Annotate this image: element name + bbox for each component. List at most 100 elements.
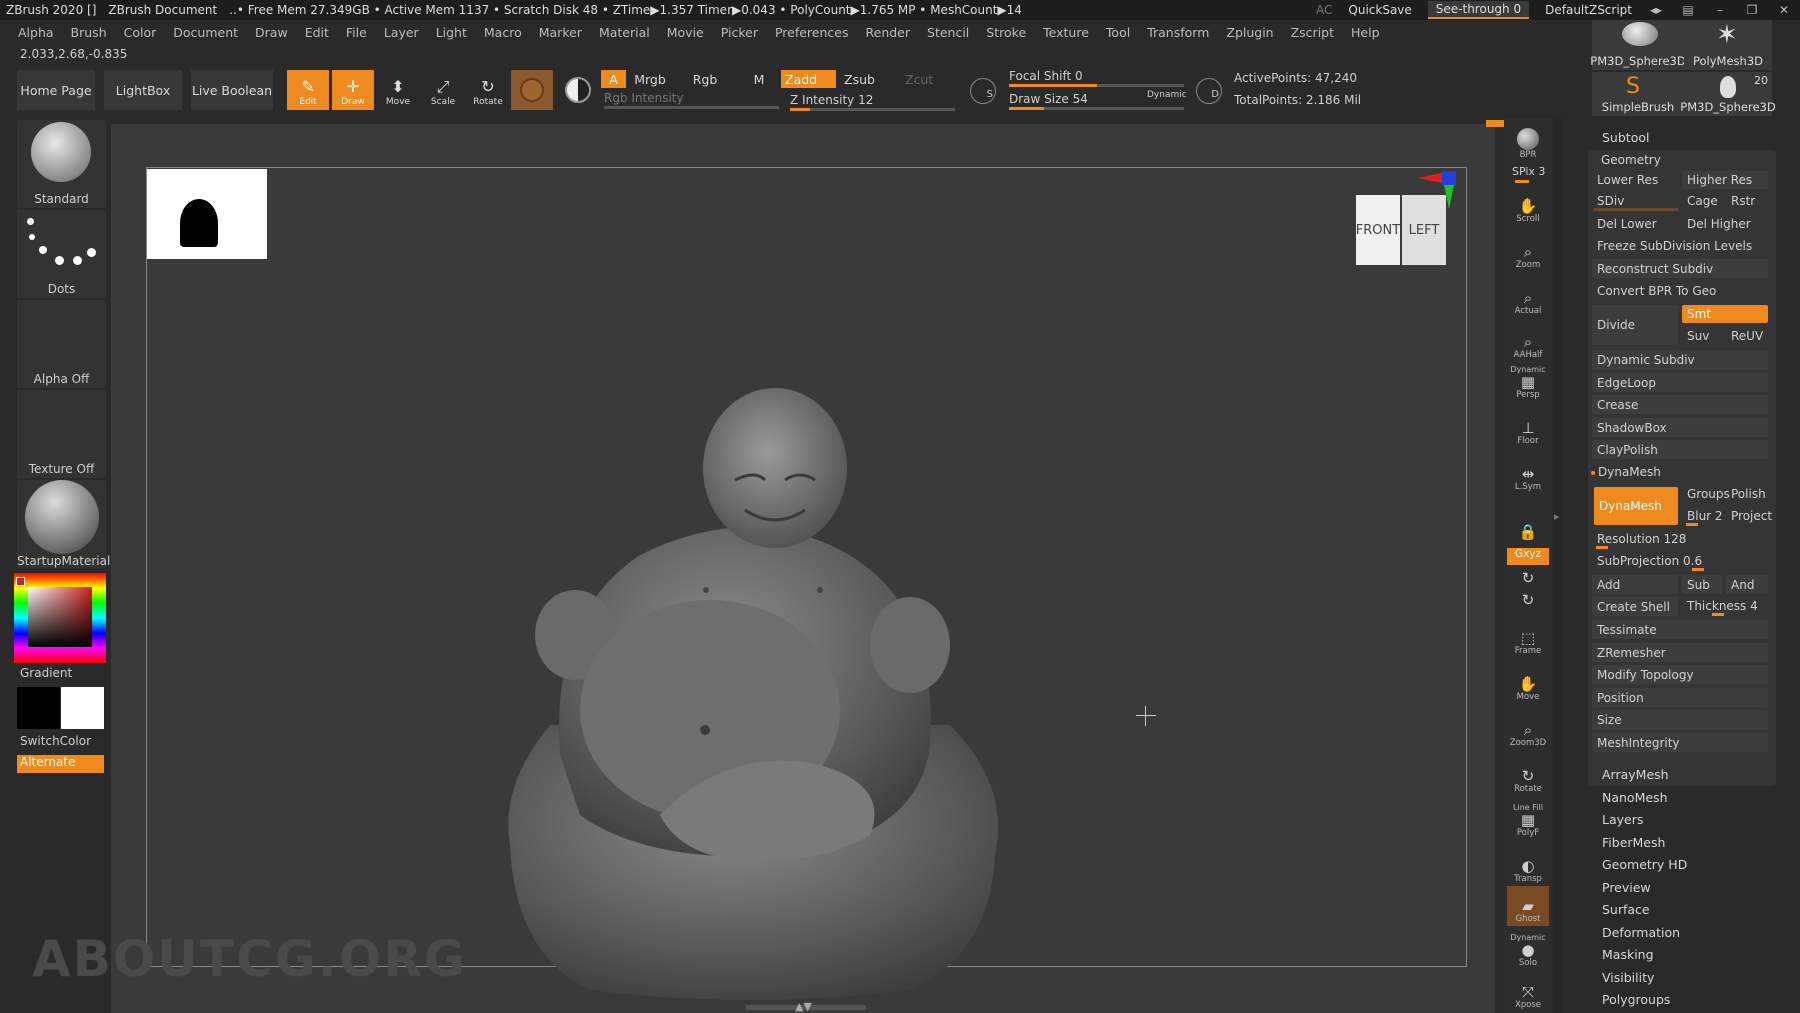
- restore-icon[interactable]: ❐: [1744, 3, 1760, 17]
- nav-cube-front[interactable]: FRONT: [1356, 195, 1400, 265]
- zcut-button[interactable]: Zcut: [902, 70, 942, 88]
- texture-selector[interactable]: Texture Off: [17, 390, 106, 478]
- actual-button[interactable]: ⌕ Actual: [1507, 278, 1549, 318]
- dynamesh-button[interactable]: DynaMesh: [1594, 487, 1678, 525]
- project-toggle[interactable]: Project: [1726, 507, 1772, 525]
- collapse-arrow-icon[interactable]: ▲▼: [795, 1000, 812, 1013]
- convert-bpr-button[interactable]: Convert BPR To Geo: [1592, 282, 1768, 300]
- dynamic-subdiv-button[interactable]: Dynamic Subdiv: [1592, 350, 1768, 369]
- seethrough-slider[interactable]: See-through 0: [1427, 1, 1530, 19]
- dynamic-button[interactable]: Dynamic: [1147, 90, 1187, 100]
- edit-button[interactable]: ✎ Edit: [287, 70, 329, 110]
- dynamesh-header[interactable]: DynaMesh: [1598, 465, 1661, 479]
- zoom3d-button[interactable]: ⌕ Zoom3D: [1507, 710, 1549, 750]
- subprojection-slider[interactable]: SubProjection 0.6: [1592, 551, 1768, 570]
- dynamic-icon[interactable]: D: [1196, 78, 1222, 104]
- add-button[interactable]: Add: [1592, 575, 1678, 594]
- menu-preferences[interactable]: Preferences: [767, 22, 858, 44]
- menu-stencil[interactable]: Stencil: [919, 22, 978, 44]
- move-button[interactable]: ⬍ Move: [377, 70, 419, 110]
- ac-label[interactable]: AC: [1316, 3, 1332, 17]
- gradient-label[interactable]: Gradient: [20, 666, 109, 680]
- menu-texture[interactable]: Texture: [1035, 22, 1098, 44]
- color-sphere-button[interactable]: [557, 70, 599, 110]
- spix-slider[interactable]: SPix 3: [1512, 165, 1545, 178]
- subtool-thumb-pm3d-sphere-2[interactable]: 20 PM3D_Sphere3D: [1680, 72, 1776, 116]
- section-arraymesh[interactable]: ArrayMesh: [1602, 767, 1669, 782]
- section-fibermesh[interactable]: FiberMesh: [1602, 835, 1665, 850]
- menu-zplugin[interactable]: Zplugin: [1218, 22, 1282, 44]
- quicksave-button[interactable]: QuickSave: [1348, 3, 1411, 17]
- persp-button[interactable]: Dynamic ▦ Persp: [1507, 362, 1549, 402]
- menu-movie[interactable]: Movie: [659, 22, 713, 44]
- color-picker[interactable]: [14, 573, 106, 663]
- subtool-section-header[interactable]: Subtool: [1602, 130, 1649, 145]
- zremesher-button[interactable]: ZRemesher: [1592, 643, 1768, 662]
- section-surface[interactable]: Surface: [1602, 902, 1650, 917]
- primary-color-swatch[interactable]: [61, 687, 104, 729]
- zoom-button[interactable]: ⌕ Zoom: [1507, 232, 1549, 272]
- menu-color[interactable]: Color: [116, 22, 166, 44]
- a-button[interactable]: A: [601, 70, 626, 88]
- secondary-color-swatch[interactable]: [17, 687, 60, 729]
- section-visibility[interactable]: Visibility: [1602, 970, 1654, 985]
- and-button[interactable]: And: [1726, 575, 1768, 594]
- scroll-button[interactable]: ✋ Scroll: [1507, 186, 1549, 226]
- del-lower-button[interactable]: Del Lower: [1592, 215, 1678, 233]
- section-layers[interactable]: Layers: [1602, 812, 1643, 827]
- higher-res-button[interactable]: Higher Res: [1682, 171, 1768, 189]
- rotate-button[interactable]: ↻ Rotate: [467, 70, 509, 110]
- section-nanomesh[interactable]: NanoMesh: [1602, 790, 1668, 805]
- material-selector[interactable]: StartupMaterial: [17, 480, 110, 568]
- brush-selector[interactable]: Standard: [17, 120, 106, 208]
- home-page-button[interactable]: Home Page: [17, 70, 95, 110]
- mrgb-button[interactable]: Mrgb: [630, 70, 670, 88]
- zsub-button[interactable]: Zsub: [841, 70, 891, 88]
- switchcolor-button[interactable]: SwitchColor: [20, 734, 109, 748]
- material-swatch[interactable]: [511, 70, 553, 110]
- xpose-button[interactable]: ⤧ Xpose: [1507, 976, 1549, 1012]
- modify-topology-button[interactable]: Modify Topology: [1592, 665, 1768, 684]
- z-intensity-slider[interactable]: Z Intensity 12: [790, 93, 873, 107]
- section-masking[interactable]: Masking: [1602, 947, 1654, 962]
- sub-button[interactable]: Sub: [1682, 575, 1722, 594]
- menu-draw[interactable]: Draw: [247, 22, 297, 44]
- rotate-axis-icon[interactable]: ↻: [1507, 568, 1549, 588]
- section-preview[interactable]: Preview: [1602, 880, 1651, 895]
- xyz-button[interactable]: Gxyz: [1507, 548, 1549, 565]
- menu-document[interactable]: Document: [165, 22, 247, 44]
- rgb-intensity-slider[interactable]: Rgb Intensity: [604, 91, 684, 105]
- menu-picker[interactable]: Picker: [713, 22, 767, 44]
- del-higher-button[interactable]: Del Higher: [1682, 215, 1768, 233]
- menu-help[interactable]: Help: [1343, 22, 1389, 44]
- menu-alpha[interactable]: Alpha: [10, 22, 63, 44]
- smt-toggle[interactable]: Smt: [1682, 305, 1768, 323]
- live-boolean-button[interactable]: Live Boolean: [191, 70, 273, 110]
- frame-button[interactable]: ⬚ Frame: [1507, 618, 1549, 658]
- menu-layer[interactable]: Layer: [376, 22, 428, 44]
- panel-splitter[interactable]: [1555, 118, 1563, 1013]
- alpha-selector[interactable]: Alpha Off: [17, 300, 106, 388]
- menu-brush[interactable]: Brush: [63, 22, 116, 44]
- rgb-button[interactable]: Rgb: [685, 70, 725, 88]
- rotate-view-button[interactable]: ↻ Rotate: [1507, 756, 1549, 796]
- focal-shift-icon[interactable]: S: [970, 78, 996, 104]
- menu-tool[interactable]: Tool: [1098, 22, 1139, 44]
- panel-collapse-icon[interactable]: ▸: [1554, 510, 1560, 523]
- menu-edit[interactable]: Edit: [297, 22, 338, 44]
- menu-material[interactable]: Material: [591, 22, 659, 44]
- resolution-slider[interactable]: Resolution 128: [1592, 529, 1768, 548]
- edgeloop-button[interactable]: EdgeLoop: [1592, 373, 1768, 392]
- menu-marker[interactable]: Marker: [531, 22, 591, 44]
- suv-toggle[interactable]: Suv: [1682, 327, 1722, 345]
- menu-macro[interactable]: Macro: [476, 22, 531, 44]
- lower-res-button[interactable]: Lower Res: [1592, 171, 1678, 189]
- menu-zscript[interactable]: Zscript: [1283, 22, 1343, 44]
- divide-button[interactable]: Divide: [1592, 305, 1678, 345]
- create-shell-button[interactable]: Create Shell: [1592, 597, 1678, 616]
- scale-button[interactable]: ⤢ Scale: [422, 70, 464, 110]
- groups-toggle[interactable]: Groups: [1682, 485, 1730, 503]
- transp-button[interactable]: ◐ Transp: [1507, 846, 1549, 886]
- menu-file[interactable]: File: [338, 22, 376, 44]
- solo-button[interactable]: Dynamic ● Solo: [1507, 930, 1549, 970]
